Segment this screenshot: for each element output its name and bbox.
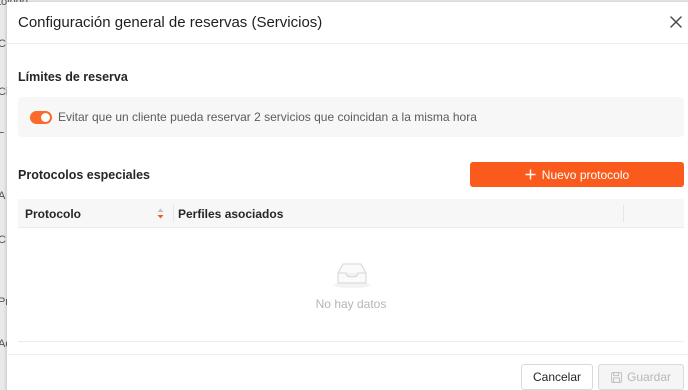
empty-state: No hay datos [18, 228, 684, 342]
same-time-toggle[interactable] [30, 111, 52, 124]
empty-text: No hay datos [315, 297, 387, 311]
background-text: L [0, 124, 5, 136]
background-text: C [0, 234, 6, 246]
background-text: A [0, 190, 6, 202]
limits-heading: Límites de reserva [18, 70, 128, 84]
booking-settings-modal: Configuración general de reservas (Servi… [7, 2, 688, 390]
limit-setting-row: Evitar que un cliente pueda reservar 2 s… [18, 97, 684, 137]
modal-footer: Cancelar Guardar [7, 354, 688, 390]
new-protocol-button[interactable]: Nuevo protocolo [470, 162, 684, 187]
empty-inbox-icon [334, 263, 370, 289]
protocols-heading: Protocolos especiales [18, 168, 151, 182]
toggle-knob [41, 113, 50, 122]
plus-icon [525, 169, 536, 180]
column-header-protocol[interactable]: Protocolo [25, 207, 81, 221]
close-icon [670, 16, 682, 28]
sort-icon[interactable] [157, 208, 164, 219]
column-divider [623, 205, 624, 222]
background-text: C [0, 38, 6, 50]
column-header-profiles: Perfiles asociados [178, 207, 284, 221]
save-button: Guardar [598, 364, 684, 390]
same-time-toggle-label: Evitar que un cliente pueda reservar 2 s… [58, 110, 477, 124]
modal-title: Configuración general de reservas (Servi… [18, 14, 323, 31]
protocols-table-header: Protocolo Perfiles asociados [18, 199, 684, 228]
save-label: Guardar [626, 370, 672, 384]
new-protocol-label: Nuevo protocolo [541, 167, 630, 182]
column-divider [173, 205, 174, 222]
cancel-button[interactable]: Cancelar [521, 364, 593, 390]
modal-header: Configuración general de reservas (Servi… [7, 2, 688, 44]
close-button[interactable] [667, 13, 685, 31]
save-icon [611, 371, 622, 383]
